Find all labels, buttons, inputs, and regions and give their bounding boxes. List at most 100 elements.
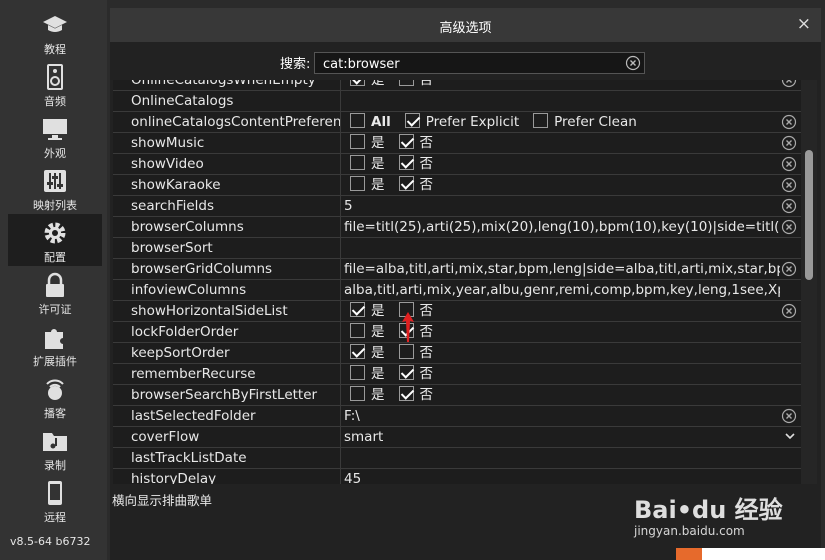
option-value[interactable]: 是否 [342, 133, 780, 154]
option-value[interactable] [342, 238, 780, 259]
table-row[interactable]: showHorizontalSideList 是 否 [113, 301, 801, 322]
sidebar-item-mapping[interactable]: 映射列表 [8, 162, 102, 214]
option-value[interactable]: F:\ [342, 406, 780, 427]
option-value[interactable] [342, 91, 780, 112]
option-value[interactable]: 是否 [342, 364, 780, 385]
option-value[interactable]: smart [342, 427, 780, 448]
phone-icon [48, 481, 62, 505]
option-value[interactable]: file=alba,titl,arti,mix,star,bpm,leng|si… [342, 259, 780, 280]
checkbox[interactable] [398, 365, 414, 380]
option-value[interactable]: alba,titl,arti,mix,year,albu,genr,remi,c… [342, 280, 780, 301]
clear-value-icon[interactable] [781, 198, 797, 214]
option-value[interactable]: 是否 [342, 80, 780, 91]
checkbox[interactable] [398, 176, 414, 191]
table-row[interactable]: browserGridColumns file=alba,titl,arti,mi… [113, 259, 801, 280]
option-value[interactable]: All Prefer Explicit Prefer Clean [342, 112, 780, 133]
sidebar-item-tutorial[interactable]: 教程 [8, 6, 102, 58]
table-row[interactable]: showKaraoke 是否 [113, 175, 801, 196]
table-row[interactable]: showMusic 是否 [113, 133, 801, 154]
sidebar-item-license[interactable]: 许可证 [8, 266, 102, 318]
table-row[interactable]: lockFolderOrder 是 否 [113, 322, 801, 343]
sidebar-item-audio[interactable]: 音频 [8, 58, 102, 110]
chevron-down-icon[interactable] [784, 430, 796, 442]
table-row[interactable]: searchFields 5 [113, 196, 801, 217]
checkbox[interactable] [350, 113, 365, 128]
advanced-options-dialog: 高级选项 × 搜索: OnlineCatalogsWhenEmpty是否Onli… [110, 8, 821, 560]
checkbox[interactable] [398, 80, 414, 86]
scrollbar-thumb[interactable] [805, 150, 813, 280]
clear-value-icon[interactable] [781, 303, 797, 319]
option-value[interactable] [342, 448, 780, 469]
clear-value-icon[interactable] [781, 156, 797, 172]
checkbox[interactable] [350, 80, 365, 86]
option-value[interactable]: 是否 [342, 343, 780, 364]
table-row[interactable]: lastTrackListDate [113, 448, 801, 469]
close-button[interactable]: × [797, 14, 811, 34]
table-row[interactable]: onlineCatalogsContentPreference All Prefer… [113, 112, 801, 133]
search-row: 搜索: [110, 52, 821, 75]
table-row[interactable]: coverFlow smart [113, 427, 801, 448]
table-row[interactable]: historyDelay 45 [113, 469, 801, 484]
clear-value-icon[interactable] [781, 177, 797, 193]
search-label: 搜索: [280, 57, 311, 72]
clear-value-icon[interactable] [781, 408, 797, 424]
table-row[interactable]: browserSearchByFirstLetter 是否 [113, 385, 801, 406]
checkbox[interactable] [350, 134, 365, 149]
option-value[interactable]: 是否 [342, 175, 780, 196]
option-value-text: file=alba,titl,arti,mix,star,bpm,leng|si… [344, 261, 780, 277]
clear-value-icon[interactable] [781, 261, 797, 277]
checkbox[interactable] [350, 302, 365, 317]
option-value[interactable]: 是否 [342, 154, 780, 175]
checkbox[interactable] [350, 344, 365, 359]
table-row[interactable]: browserColumns file=titl(25),arti(25),mix… [113, 217, 801, 238]
watermark-brand: Bai•du 经验 [634, 496, 783, 524]
option-no-label: 否 [419, 303, 434, 319]
table-row[interactable]: infoviewColumns alba,titl,arti,mix,year,a… [113, 280, 801, 301]
table-row[interactable]: keepSortOrder 是否 [113, 343, 801, 364]
table-row[interactable]: showVideo 是否 [113, 154, 801, 175]
clear-value-icon[interactable] [781, 219, 797, 235]
clear-value-icon[interactable] [781, 114, 797, 130]
vertical-scrollbar[interactable] [801, 80, 817, 484]
checkbox[interactable] [350, 386, 365, 401]
sidebar-item-plugins[interactable]: 扩展插件 [8, 318, 102, 370]
table-row[interactable]: browserSort [113, 238, 801, 259]
sidebar-item-config[interactable]: 配置 [8, 214, 102, 266]
option-description: 横向显示排曲歌单 [112, 493, 213, 508]
sidebar-item-podcast[interactable]: 播客 [8, 370, 102, 422]
option-no-label: 否 [419, 324, 434, 340]
option-no-label: 否 [419, 80, 434, 88]
sidebar-item-appearance[interactable]: 外观 [8, 110, 102, 162]
option-value[interactable]: 是否 [342, 385, 780, 406]
table-row[interactable]: rememberRecurse 是否 [113, 364, 801, 385]
option-name: browserSort [113, 238, 341, 259]
sidebar-item-label: 扩展插件 [33, 355, 77, 368]
checkbox[interactable] [533, 113, 549, 128]
sidebar-item-remote[interactable]: 远程 [8, 474, 102, 526]
checkbox[interactable] [350, 365, 365, 380]
checkbox[interactable] [398, 134, 414, 149]
option-value[interactable]: 5 [342, 196, 780, 217]
sidebar-item-record[interactable]: 录制 [8, 422, 102, 474]
search-box[interactable] [314, 52, 645, 75]
table-row[interactable]: OnlineCatalogsWhenEmpty 是否 [113, 80, 801, 91]
search-input[interactable] [315, 54, 610, 75]
option-value[interactable]: file=titl(25),arti(25),mix(20),leng(10),… [342, 217, 780, 238]
checkbox[interactable] [398, 344, 414, 359]
checkbox[interactable] [350, 323, 365, 338]
checkbox[interactable] [398, 386, 414, 401]
option-no-label: 否 [419, 156, 434, 172]
checkbox[interactable] [404, 113, 420, 128]
table-row[interactable]: lastSelectedFolder F:\ [113, 406, 801, 427]
baidu-watermark: Bai•du 经验 jingyan.baidu.com [634, 484, 804, 544]
checkbox[interactable] [398, 155, 414, 170]
option-value[interactable]: 45 [342, 469, 780, 484]
checkbox[interactable] [350, 176, 365, 191]
clear-value-icon[interactable] [781, 135, 797, 151]
clear-search-icon[interactable] [625, 55, 641, 71]
table-row[interactable]: OnlineCatalogs [113, 91, 801, 112]
checkbox[interactable] [350, 155, 365, 170]
option-name: OnlineCatalogs [113, 91, 341, 112]
option-yes-label: 是 [371, 135, 385, 151]
clear-value-icon[interactable] [781, 80, 797, 88]
